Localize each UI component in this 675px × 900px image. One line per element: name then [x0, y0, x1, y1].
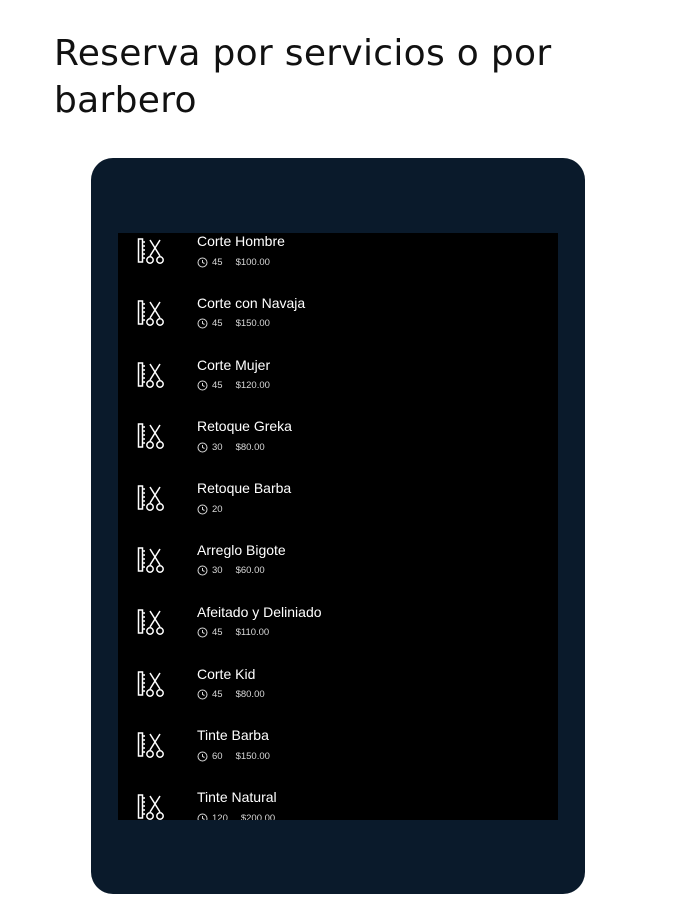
service-meta: 120 $200.00: [197, 812, 275, 820]
scissors-comb-icon: [137, 361, 165, 391]
service-price: $120.00: [235, 380, 270, 392]
scissors-comb-icon: [137, 299, 165, 329]
service-item[interactable]: Corte Mujer 45 $120.00: [118, 355, 558, 417]
clock-icon: [197, 318, 208, 329]
service-name: Retoque Barba: [197, 480, 292, 497]
service-duration: 45: [212, 380, 223, 392]
scissors-comb-icon: [137, 237, 165, 267]
clock-icon: [197, 257, 208, 268]
service-price: $80.00: [235, 689, 265, 701]
service-item[interactable]: Corte Kid 45 $80.00: [118, 664, 558, 726]
service-item[interactable]: Corte con Navaja 45 $150.00: [118, 293, 558, 355]
clock-icon: [197, 380, 208, 391]
service-meta: 45 $110.00: [197, 627, 269, 639]
service-price: $60.00: [235, 565, 265, 577]
service-name: Afeitado y Deliniado: [197, 603, 322, 620]
service-name: Corte con Navaja: [197, 294, 306, 311]
service-duration: 60: [212, 750, 223, 762]
service-meta: 30 $80.00: [197, 441, 265, 453]
service-duration: 20: [212, 503, 223, 515]
service-duration: 45: [212, 627, 223, 639]
service-name: Arreglo Bigote: [197, 541, 286, 558]
scissors-comb-icon: [137, 484, 165, 514]
clock-icon: [197, 565, 208, 576]
clock-icon: [197, 627, 208, 638]
clock-icon: [197, 813, 208, 820]
scissors-comb-icon: [137, 422, 165, 452]
service-price: $100.00: [235, 256, 270, 268]
service-item[interactable]: Retoque Barba 20: [118, 478, 558, 540]
service-item[interactable]: Corte Hombre 45 $100.00: [118, 233, 558, 293]
promo-page: Reserva por servicios o por barbero Cort…: [0, 0, 675, 900]
service-meta: 20: [197, 503, 236, 515]
service-meta: 45 $100.00: [197, 256, 270, 268]
service-item[interactable]: Tinte Natural 120 $200.00: [118, 787, 558, 820]
promo-headline: Reserva por servicios o por barbero: [54, 33, 552, 121]
service-meta: 30 $60.00: [197, 565, 265, 577]
clock-icon: [197, 689, 208, 700]
service-name: Corte Kid: [197, 665, 256, 682]
scissors-comb-icon: [137, 793, 165, 820]
service-duration: 120: [212, 812, 228, 820]
service-item[interactable]: Arreglo Bigote 30 $60.00: [118, 540, 558, 602]
scissors-comb-icon: [137, 670, 165, 700]
service-duration: 45: [212, 256, 223, 268]
service-meta: 45 $80.00: [197, 689, 265, 701]
service-meta: 45 $120.00: [197, 380, 270, 392]
service-meta: 60 $150.00: [197, 750, 270, 762]
service-price: $200.00: [240, 812, 276, 820]
clock-icon: [197, 504, 208, 515]
service-price: $150.00: [235, 750, 270, 762]
service-duration: 30: [212, 441, 223, 453]
clock-icon: [197, 442, 208, 453]
service-item[interactable]: Retoque Greka 30 $80.00: [118, 416, 558, 478]
service-name: Corte Mujer: [197, 356, 271, 373]
service-meta: 45 $150.00: [197, 318, 270, 330]
service-name: Corte Hombre: [197, 233, 285, 249]
service-duration: 45: [212, 689, 223, 701]
service-price: $110.00: [235, 627, 270, 639]
service-item[interactable]: Afeitado y Deliniado 45 $110.00: [118, 602, 558, 664]
scissors-comb-icon: [137, 546, 165, 576]
service-name: Tinte Natural: [197, 789, 277, 806]
scissors-comb-icon: [137, 608, 165, 638]
service-name: Retoque Greka: [197, 418, 292, 435]
service-list: Corte Hombre 45 $100.00 Corte con Navaja…: [118, 233, 558, 820]
service-price: $150.00: [235, 318, 270, 330]
service-name: Tinte Barba: [197, 727, 269, 744]
service-duration: 45: [212, 318, 223, 330]
service-duration: 30: [212, 565, 223, 577]
service-price: $80.00: [235, 441, 265, 453]
service-item[interactable]: Tinte Barba 60 $150.00: [118, 725, 558, 787]
app-screen: Corte Hombre 45 $100.00 Corte con Navaja…: [118, 233, 558, 820]
scissors-comb-icon: [137, 731, 165, 761]
clock-icon: [197, 751, 208, 762]
